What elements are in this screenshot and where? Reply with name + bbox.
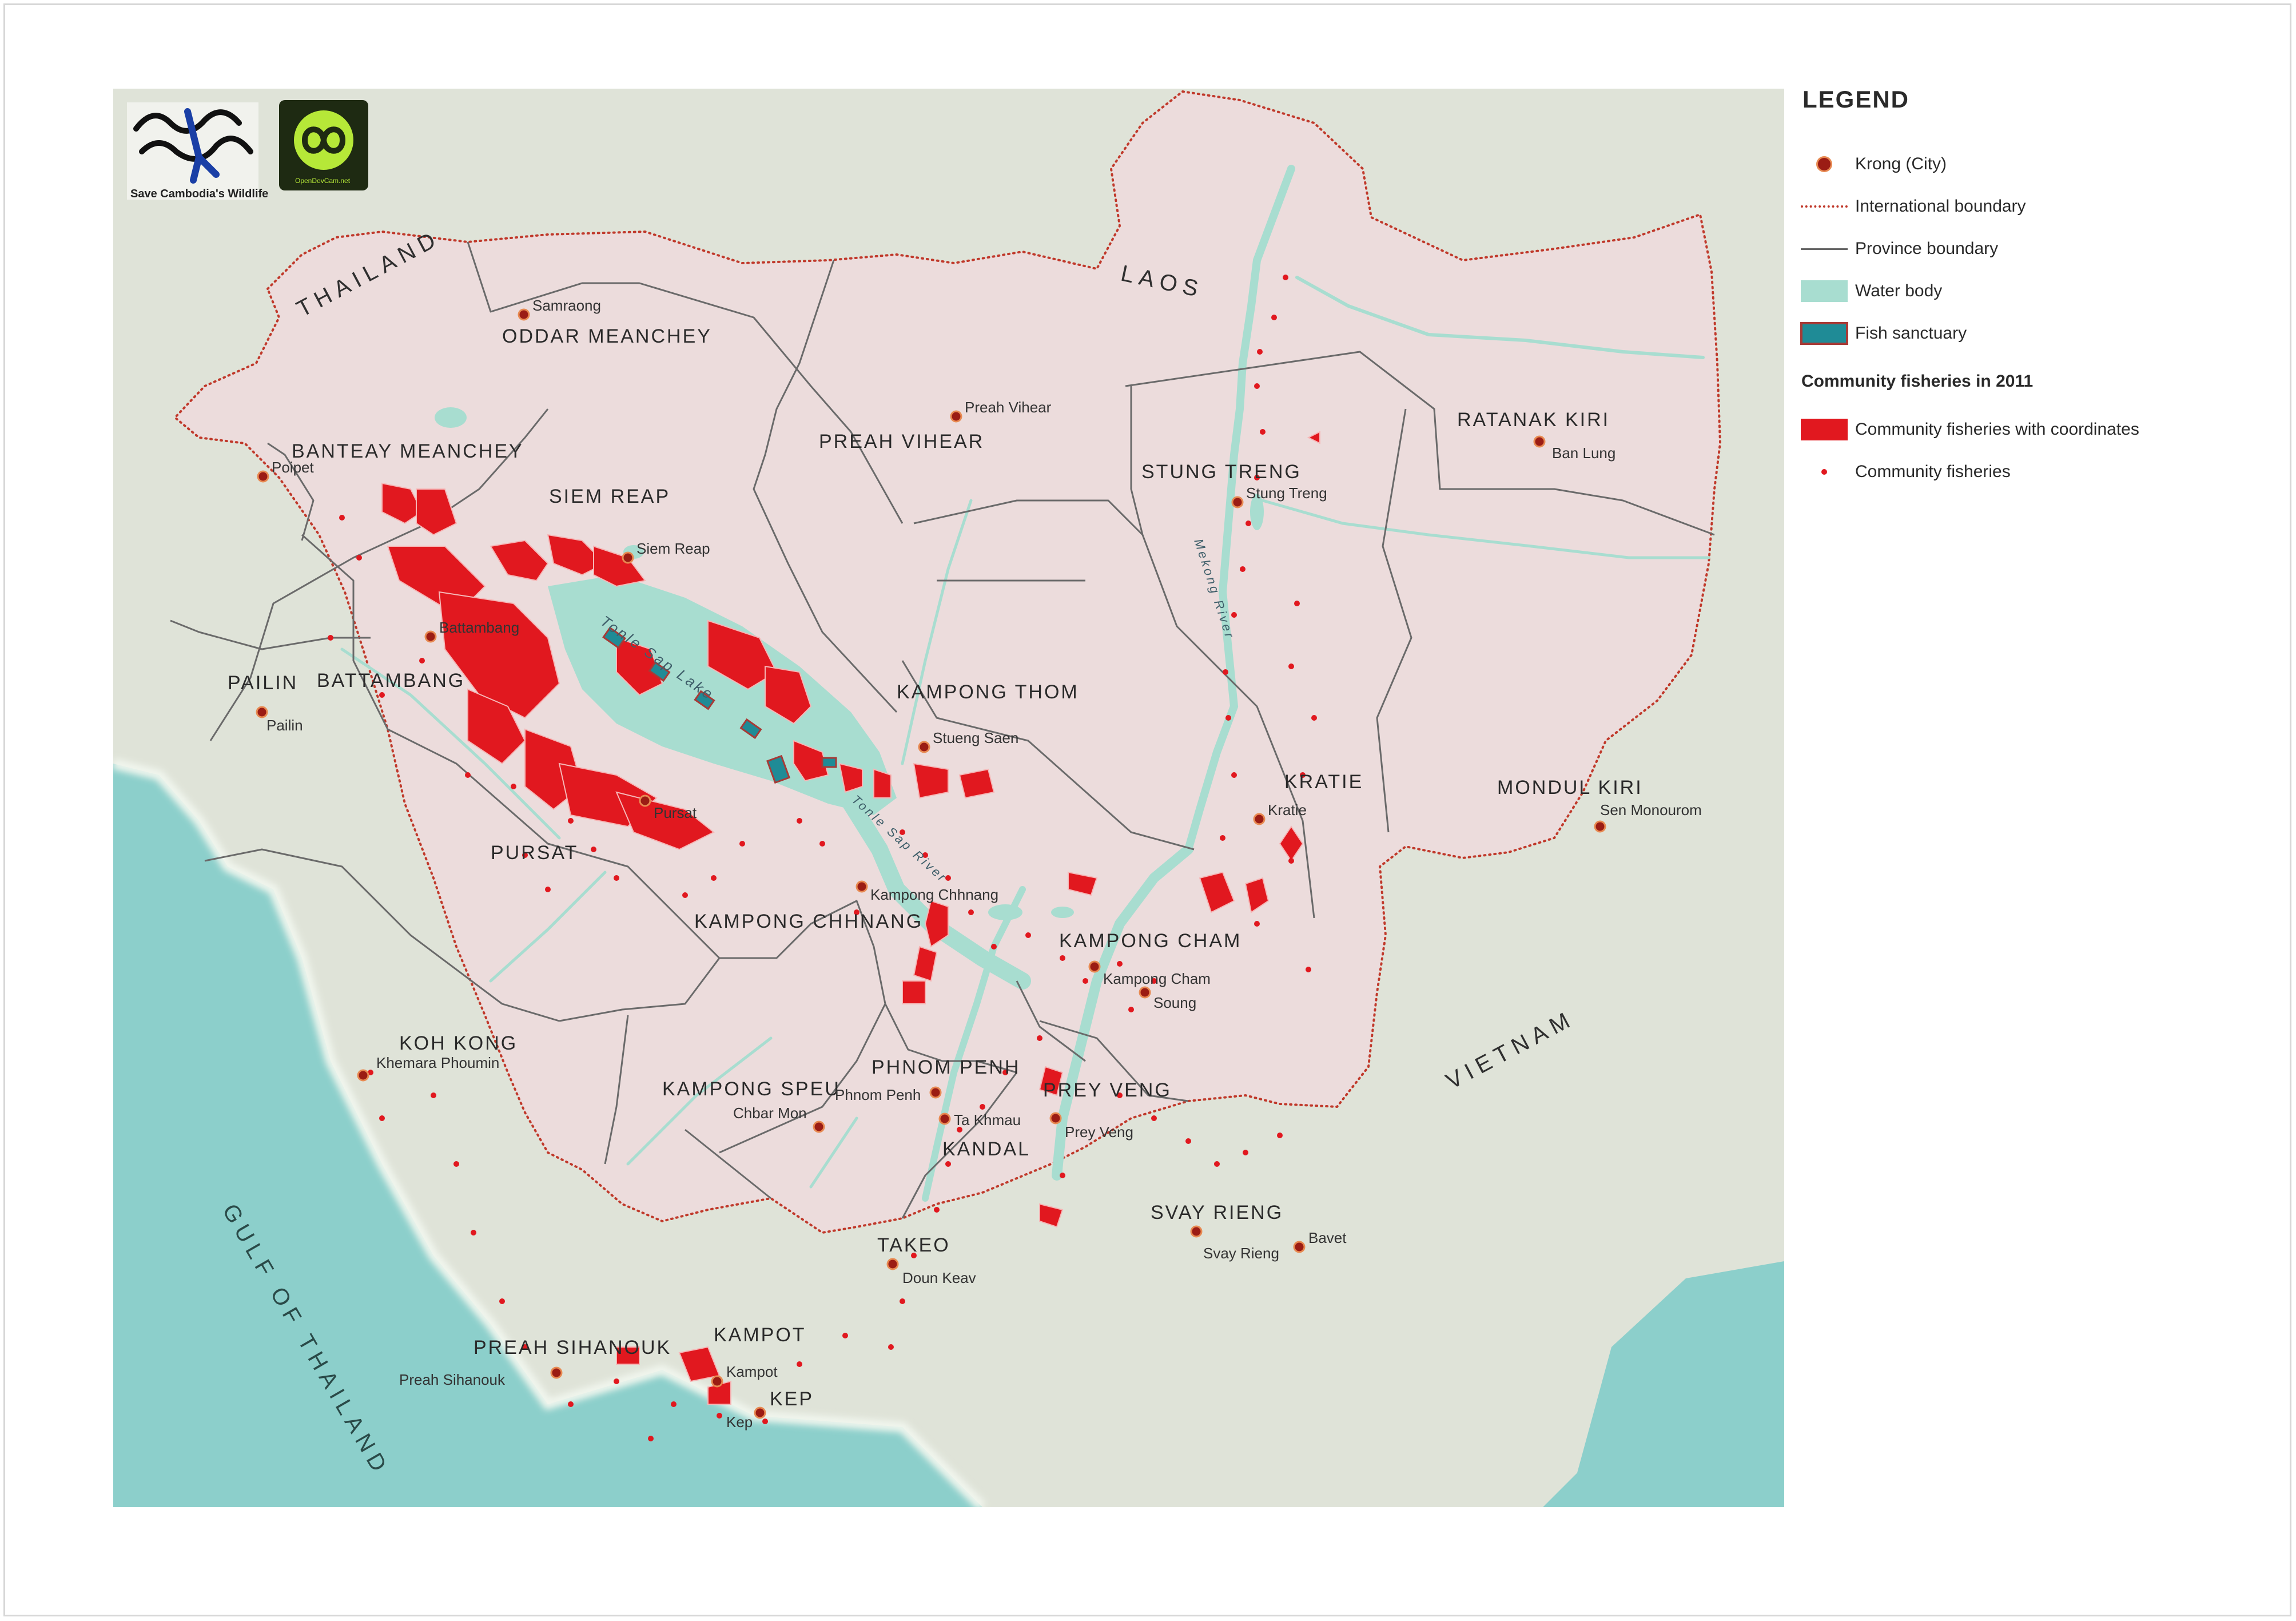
city-label: Phnom Penh xyxy=(835,1086,921,1103)
province-label: PREAH SIHANOUK xyxy=(473,1337,671,1358)
province-label: KEP xyxy=(770,1388,814,1410)
city-label: Chbar Mon xyxy=(733,1104,807,1122)
legend-label: Krong (City) xyxy=(1855,154,1947,173)
province-label: KRATIE xyxy=(1284,771,1363,793)
fisheries-polygon-icon xyxy=(1801,419,1848,440)
city-label: Pursat xyxy=(654,804,697,821)
province-label: SVAY RIENG xyxy=(1151,1202,1283,1223)
legend-item-water-body: Water body xyxy=(1796,270,2265,312)
province-label: PREAH VIHEAR xyxy=(819,431,984,452)
province-label: KANDAL xyxy=(942,1138,1030,1160)
scw-caption: Save Cambodia's Wildlife xyxy=(130,188,268,200)
province-label: RATANAK KIRI xyxy=(1457,409,1610,431)
city-marker-icon xyxy=(1818,158,1831,170)
legend-label: Community fisheries with coordinates xyxy=(1855,420,2139,439)
province-boundary-icon xyxy=(1801,248,1848,250)
international-boundary-icon xyxy=(1801,205,1848,208)
province-label: KAMPONG SPEU xyxy=(662,1078,841,1100)
scw-logo: Save Cambodia's Wildlife xyxy=(127,102,268,200)
province-label: BATTAMBANG xyxy=(317,670,465,692)
city-label: Svay Rieng xyxy=(1203,1245,1279,1262)
legend-label: Community fisheries xyxy=(1855,462,2011,481)
legend-label: Province boundary xyxy=(1855,239,1999,258)
legend-label: International boundary xyxy=(1855,197,2026,216)
legend-item-international-boundary: International boundary xyxy=(1796,185,2265,228)
city-label: Poipet xyxy=(272,459,314,476)
legend-label: Fish sanctuary xyxy=(1855,324,1967,343)
province-label: ODDAR MEANCHEY xyxy=(502,325,712,347)
province-label: KAMPOT xyxy=(714,1324,806,1346)
province-label: KAMPONG CHHNANG xyxy=(694,911,923,932)
city-label: Samraong xyxy=(532,297,601,314)
province-label: PAILIN xyxy=(228,672,298,694)
province-label: PHNOM PENH xyxy=(872,1056,1020,1078)
city-label: Kampong Cham xyxy=(1103,970,1211,987)
city-label: Kep xyxy=(726,1413,753,1431)
legend-item-fish-sanctuary: Fish sanctuary xyxy=(1796,312,2265,355)
legend-title: LEGEND xyxy=(1802,86,1910,113)
city-label: Doun Keav xyxy=(902,1269,976,1286)
city-label: Ban Lung xyxy=(1552,444,1615,462)
city-label: Prey Veng xyxy=(1065,1123,1133,1141)
fisheries-point-icon xyxy=(1821,469,1827,475)
city-label: Battambang xyxy=(439,619,519,636)
city-label: Ta Khmau xyxy=(954,1111,1021,1129)
water-body-icon xyxy=(1801,280,1848,302)
map-canvas[interactable]: Save Cambodia's Wildlife OpenDevCam.net … xyxy=(113,89,1784,1507)
province-label: TAKEO xyxy=(877,1234,950,1256)
city-label: Bavet xyxy=(1308,1229,1347,1246)
city-label: Kampong Chhnang xyxy=(870,886,998,903)
city-label: Kratie xyxy=(1268,801,1307,819)
legend-item-fisheries-polygon: Community fisheries with coordinates xyxy=(1796,408,2265,451)
province-label: KAMPONG CHAM xyxy=(1059,930,1241,952)
city-label: Kampot xyxy=(726,1363,778,1380)
province-label: KAMPONG THOM xyxy=(897,681,1079,703)
city-label: Soung xyxy=(1153,994,1196,1011)
odc-logo: OpenDevCam.net xyxy=(279,100,368,190)
legend-item-fisheries-point: Community fisheries xyxy=(1796,451,2265,493)
province-label: PREY VENG xyxy=(1043,1079,1172,1101)
province-label: KOH KONG xyxy=(399,1032,518,1054)
fish-sanctuary-icon xyxy=(1800,322,1848,345)
odc-caption: OpenDevCam.net xyxy=(295,177,351,185)
city-label: Stung Treng xyxy=(1246,484,1327,502)
city-label: Khemara Phoumin xyxy=(376,1054,499,1071)
province-label: PURSAT xyxy=(491,842,578,864)
legend-subtitle: Community fisheries in 2011 xyxy=(1801,372,2034,391)
city-label: Sen Monourom xyxy=(1600,801,1702,819)
province-label: STUNG TRENG xyxy=(1141,461,1302,483)
city-label: Stueng Saen xyxy=(933,729,1018,746)
legend-item-province-boundary: Province boundary xyxy=(1796,228,2265,270)
legend-label: Water body xyxy=(1855,281,1943,300)
city-label: Preah Sihanouk xyxy=(399,1371,506,1388)
city-label: Preah Vihear xyxy=(965,399,1052,416)
city-label: Pailin xyxy=(266,717,303,734)
province-label: SIEM REAP xyxy=(549,486,670,507)
province-label: BANTEAY MEANCHEY xyxy=(292,440,524,462)
city-label: Siem Reap xyxy=(636,540,710,557)
province-label: MONDUL KIRI xyxy=(1497,777,1643,798)
legend-item-city: Krong (City) xyxy=(1796,143,2265,185)
legend: LEGEND Krong (City) International bounda… xyxy=(1796,86,2265,493)
